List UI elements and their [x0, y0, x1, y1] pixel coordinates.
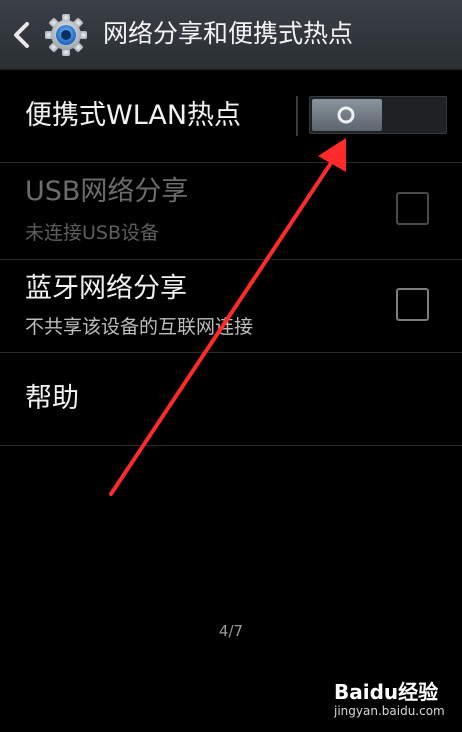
- bluetooth-tethering-row[interactable]: 蓝牙网络分享 不共享该设备的互联网连接: [0, 260, 462, 352]
- bluetooth-tethering-checkbox[interactable]: [396, 288, 429, 321]
- screen-title: 网络分享和便携式热点: [103, 19, 354, 48]
- usb-tethering-checkbox: [396, 192, 429, 225]
- toggle-thumb[interactable]: [312, 99, 382, 131]
- hotspot-label: 便携式WLAN热点: [25, 100, 242, 131]
- help-row[interactable]: 帮助: [0, 353, 462, 445]
- watermark-brand: Baidu经验: [334, 680, 439, 704]
- bluetooth-tethering-summary: 不共享该设备的互联网连接: [25, 316, 254, 338]
- hotspot-toggle[interactable]: [309, 96, 447, 134]
- action-bar: 网络分享和便携式热点: [0, 0, 462, 70]
- usb-tethering-title: USB网络分享: [25, 176, 189, 207]
- toggle-off-ring-icon: [337, 106, 355, 124]
- watermark-url: jingyan.baidu.com: [334, 704, 445, 718]
- page-indicator: 4/7: [218, 622, 244, 640]
- chevron-left-icon[interactable]: [10, 20, 34, 50]
- baidu-watermark: Baidu经验 jingyan.baidu.com: [334, 676, 445, 724]
- bluetooth-tethering-title: 蓝牙网络分享: [25, 273, 187, 304]
- usb-tethering-row: USB网络分享 未连接USB设备: [0, 163, 462, 259]
- help-label: 帮助: [25, 383, 79, 414]
- gear-icon[interactable]: [44, 13, 88, 57]
- usb-tethering-summary: 未连接USB设备: [25, 222, 160, 244]
- row-separator: [296, 96, 298, 136]
- divider: [0, 445, 462, 446]
- hotspot-row[interactable]: 便携式WLAN热点: [0, 70, 462, 162]
